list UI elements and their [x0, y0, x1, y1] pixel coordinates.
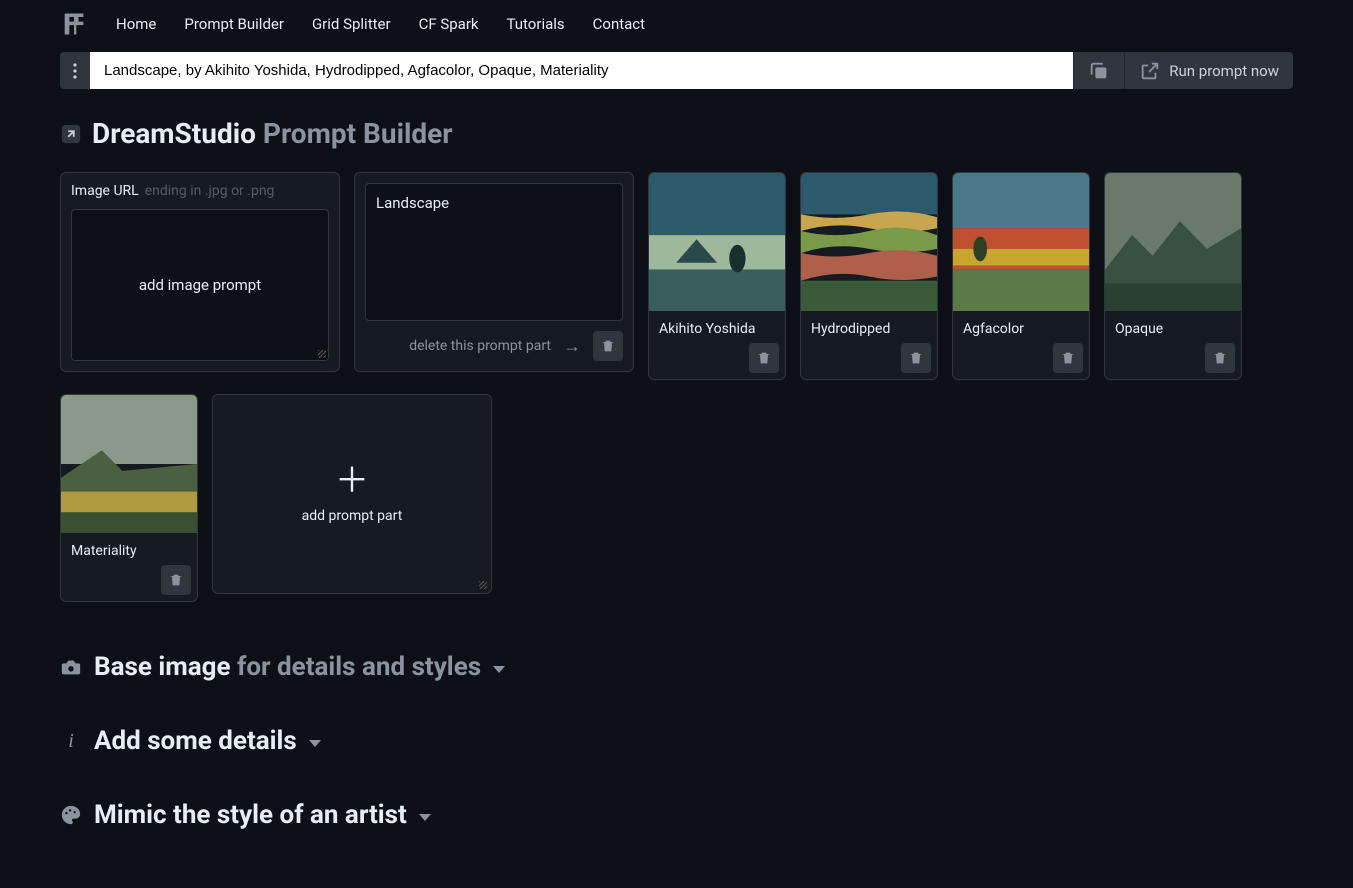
thumb-image: [953, 173, 1089, 311]
thumb-image: [649, 173, 785, 311]
delete-thumb-button[interactable]: [1053, 343, 1083, 373]
nav-grid-splitter[interactable]: Grid Splitter: [312, 15, 391, 33]
nav-home[interactable]: Home: [116, 15, 156, 33]
thumb-label: Materiality: [61, 533, 197, 565]
add-prompt-label: add prompt part: [302, 508, 403, 524]
section-artist-style[interactable]: Mimic the style of an artist: [60, 800, 1293, 830]
thumb-label: Opaque: [1105, 311, 1241, 343]
title-main: DreamStudio: [92, 117, 256, 150]
run-prompt-button[interactable]: Run prompt now: [1124, 52, 1293, 89]
add-image-prompt-button[interactable]: add image prompt: [71, 209, 329, 361]
delete-thumb-button[interactable]: [749, 343, 779, 373]
section-add-details[interactable]: i Add some details: [60, 726, 1293, 756]
copy-button[interactable]: [1073, 52, 1124, 89]
copy-icon: [1088, 60, 1110, 82]
nav-cf-spark[interactable]: CF Spark: [419, 15, 479, 33]
thumb-card: Materiality: [60, 394, 198, 602]
page-title: DreamStudio Prompt Builder: [60, 117, 1293, 150]
camera-icon: [60, 656, 82, 678]
thumb-label: Agfacolor: [953, 311, 1089, 343]
delete-thumb-button[interactable]: [901, 343, 931, 373]
prompt-input[interactable]: [90, 52, 1073, 89]
chevron-down-icon: [419, 814, 431, 821]
resize-handle-icon: [318, 350, 326, 358]
plus-icon: ＋: [335, 464, 369, 498]
thumb-image: [61, 395, 197, 533]
logo: [60, 10, 88, 38]
thumb-card: Hydrodipped: [800, 172, 938, 380]
nav-contact[interactable]: Contact: [593, 15, 645, 33]
nav-prompt-builder[interactable]: Prompt Builder: [184, 15, 284, 33]
chevron-down-icon: [493, 666, 505, 673]
thumb-card: Agfacolor: [952, 172, 1090, 380]
section-base-image[interactable]: Base image for details and styles: [60, 652, 1293, 682]
prompt-cards: Image URL ending in .jpg or .png add ima…: [60, 172, 1293, 602]
thumb-image: [1105, 173, 1241, 311]
image-url-placeholder: ending in .jpg or .png: [145, 183, 275, 199]
image-url-card: Image URL ending in .jpg or .png add ima…: [60, 172, 340, 372]
thumb-card: Akihito Yoshida: [648, 172, 786, 380]
arrow-right-icon: →: [563, 336, 581, 357]
chevron-down-icon: [309, 740, 321, 747]
title-sub: Prompt Builder: [263, 117, 453, 150]
delete-text-prompt-button[interactable]: [593, 331, 623, 361]
thumb-label: Hydrodipped: [801, 311, 937, 343]
info-icon: i: [60, 730, 82, 753]
nav-tutorials[interactable]: Tutorials: [507, 15, 565, 33]
open-link-icon[interactable]: [60, 123, 82, 145]
delete-thumb-button[interactable]: [1205, 343, 1235, 373]
thumb-label: Akihito Yoshida: [649, 311, 785, 343]
delete-prompt-hint: delete this prompt part: [409, 338, 551, 354]
resize-handle-icon: [479, 581, 487, 589]
text-prompt-input[interactable]: [365, 183, 623, 321]
text-prompt-card: delete this prompt part →: [354, 172, 634, 372]
top-nav: Home Prompt Builder Grid Splitter CF Spa…: [0, 0, 1353, 48]
prompt-bar: Run prompt now: [0, 48, 1353, 103]
delete-thumb-button[interactable]: [161, 565, 191, 595]
thumb-card: Opaque: [1104, 172, 1242, 380]
thumb-image: [801, 173, 937, 311]
palette-icon: [60, 804, 82, 826]
kebab-menu-button[interactable]: [60, 52, 90, 89]
external-link-icon: [1139, 60, 1161, 82]
add-prompt-part-button[interactable]: ＋ add prompt part: [212, 394, 492, 594]
run-prompt-label: Run prompt now: [1169, 62, 1279, 80]
image-url-label: Image URL: [71, 183, 139, 199]
